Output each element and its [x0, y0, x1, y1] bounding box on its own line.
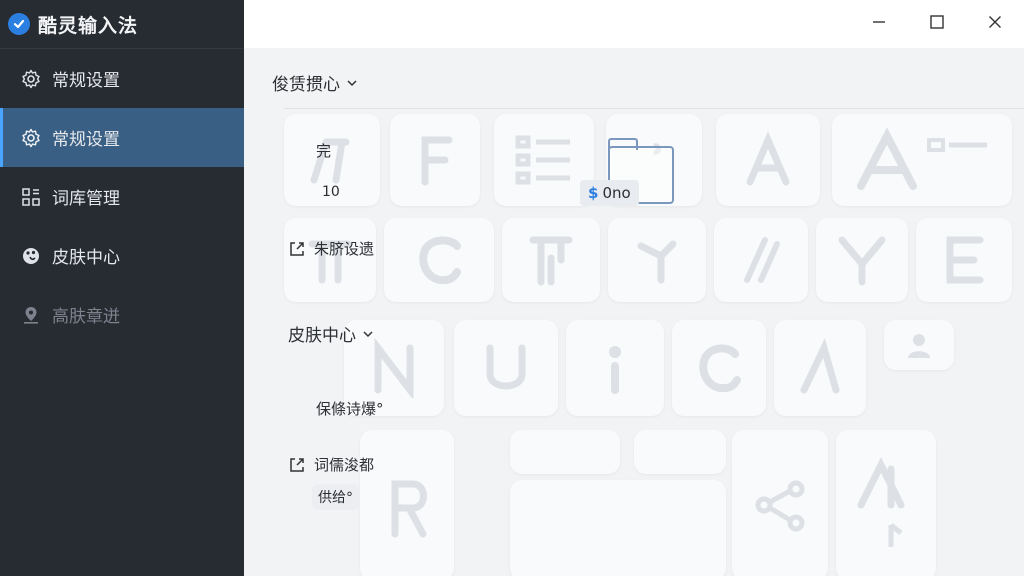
share-icon: [755, 480, 805, 532]
maximize-button[interactable]: [908, 0, 966, 44]
minimize-button[interactable]: [850, 0, 908, 44]
keyboard-key: [510, 430, 620, 474]
chevron-down-icon: [347, 79, 357, 86]
sidebar-item-skin-center[interactable]: 皮肤中心: [0, 226, 244, 285]
keyboard-key: [634, 430, 726, 474]
subsection-title: 皮肤中心: [288, 326, 356, 346]
external-link-icon: [290, 241, 304, 256]
chevron-down-icon: [363, 330, 373, 337]
sidebar: 酷灵输入法 常规设置 常规设置 词库管理 皮肤中心 高肤章迸: [0, 0, 244, 576]
minimize-icon: [873, 21, 885, 23]
window-titlebar: [244, 0, 1024, 48]
sidebar-item-label: 常规设置: [52, 130, 120, 150]
field-label: 完: [316, 142, 332, 160]
link-label: 朱脐设遗: [314, 240, 375, 258]
close-button[interactable]: [966, 0, 1024, 44]
divider: [284, 108, 1024, 109]
link-label: 词儒浚都: [314, 456, 375, 474]
gear-icon: [20, 68, 42, 90]
static-text: 保條诗爆°: [316, 400, 384, 418]
keyboard-key: [454, 320, 558, 416]
option-pill[interactable]: 供给°: [312, 484, 359, 510]
section-header-dropdown[interactable]: 俊赁掼心: [272, 70, 358, 95]
keyboard-key: [836, 430, 936, 576]
link-row-2[interactable]: 词儒浚都: [288, 454, 374, 475]
sidebar-item-general-settings-active[interactable]: 常规设置: [0, 108, 244, 167]
keyboard-key: [284, 218, 376, 302]
sidebar-item-general-settings[interactable]: 常规设置: [0, 49, 244, 108]
keyboard-key: [494, 114, 594, 206]
sidebar-item-dictionary[interactable]: 词库管理: [0, 167, 244, 226]
keyboard-key: [566, 320, 664, 416]
keyboard-key: [716, 114, 820, 206]
badge-text: 0no: [602, 184, 631, 202]
keyboard-key: [774, 320, 866, 416]
dollar-icon: $: [588, 184, 599, 202]
keyboard-key: [384, 218, 494, 302]
sidebar-item-label: 皮肤中心: [52, 248, 120, 268]
user-icon: [908, 334, 930, 358]
app-title: 酷灵输入法: [0, 0, 244, 48]
app-name: 酷灵输入法: [38, 14, 139, 37]
sidebar-item-disabled[interactable]: 高肤章迸: [0, 285, 244, 344]
currency-badge[interactable]: $ 0no: [580, 180, 639, 206]
keyboard-key: [608, 218, 706, 302]
pin-icon: [20, 304, 42, 326]
keyboard-key: [502, 218, 600, 302]
keyboard-key: [390, 114, 480, 206]
sidebar-item-label: 常规设置: [52, 71, 120, 91]
maximize-icon: [930, 15, 944, 29]
keyboard-key: [832, 114, 1012, 206]
keyboard-spacebar: [510, 480, 726, 576]
keyboard-key-user: [884, 320, 954, 370]
field-value[interactable]: 10: [322, 184, 340, 200]
external-link-icon: [290, 457, 304, 472]
subsection-header-dropdown[interactable]: 皮肤中心: [288, 321, 374, 346]
keyboard-key: [714, 218, 808, 302]
sidebar-item-label: 高肤章迸: [52, 307, 120, 327]
main-panel: 俊赁掼心 完 10 $ 0no 朱脐设遗 皮肤中心 保條诗爆° 词儒浚都 供给°: [244, 48, 1024, 576]
link-row-1[interactable]: 朱脐设遗: [288, 238, 374, 259]
grid-icon: [20, 186, 42, 208]
keyboard-key: [816, 218, 908, 302]
section-title: 俊赁掼心: [272, 75, 340, 95]
keyboard-key: [360, 430, 454, 576]
keyboard-key-share: [732, 430, 828, 576]
palette-icon: [20, 245, 42, 267]
sidebar-item-label: 词库管理: [52, 189, 120, 209]
keyboard-key: [672, 320, 766, 416]
keyboard-key: [916, 218, 1012, 302]
app-logo-check-icon: [8, 13, 30, 35]
gear-icon: [20, 127, 42, 149]
close-icon: [989, 16, 1001, 28]
